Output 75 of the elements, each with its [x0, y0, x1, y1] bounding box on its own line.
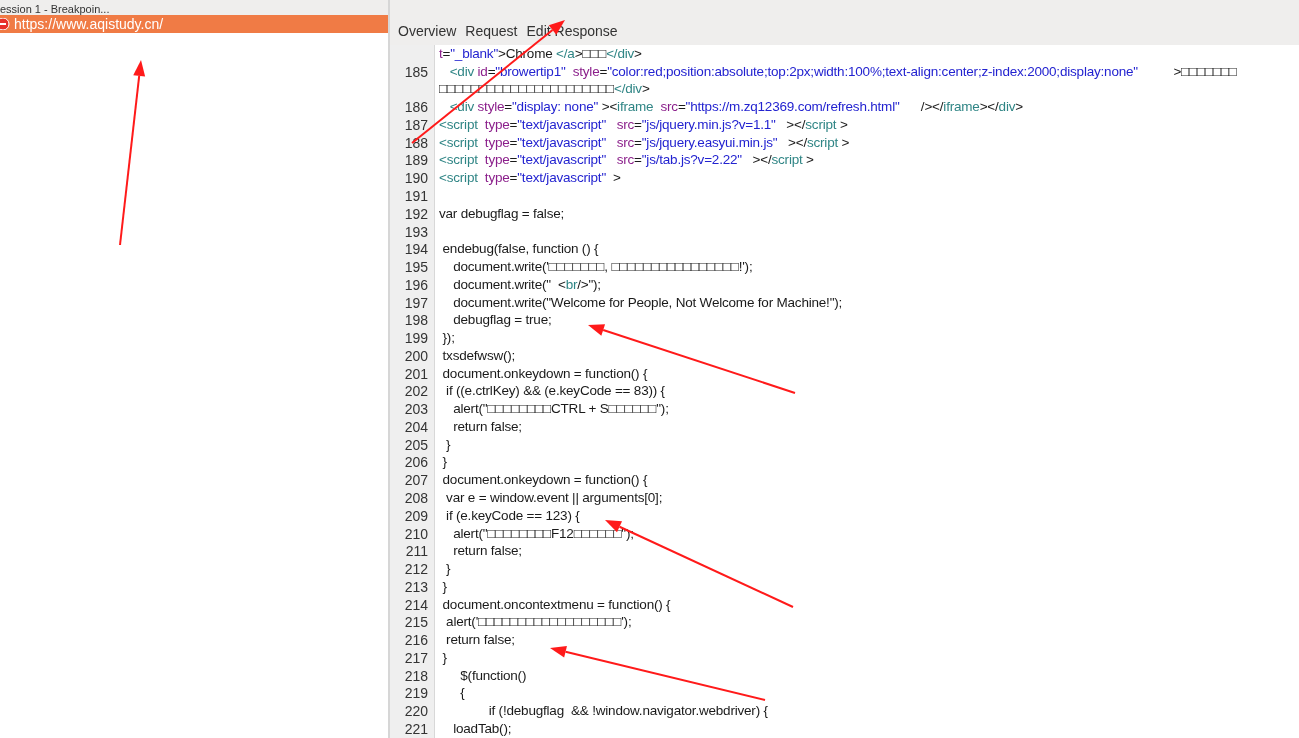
code-line: document.oncontextmenu = function() { [441, 596, 671, 613]
line-number: 205 [404, 436, 428, 453]
code-line: debugflag = true; [452, 312, 552, 329]
code-line: document.onkeydown = function() { [441, 472, 648, 489]
code-line: { [459, 685, 465, 702]
code-line: } [445, 436, 451, 453]
code-line: <script type="text/javascript" src="js/jquery.easyui.min.js" ></script > [439, 134, 850, 151]
line-number: 190 [404, 170, 428, 187]
line-number: 192 [404, 205, 428, 222]
line-number: 215 [404, 614, 428, 631]
code-line: loadTab(); [452, 720, 512, 737]
line-number: 214 [404, 596, 428, 613]
line-number: 188 [404, 134, 428, 151]
line-number: 203 [404, 401, 428, 418]
line-number: 200 [404, 347, 428, 364]
code-line: return false; [452, 418, 522, 435]
line-number: 206 [404, 454, 428, 471]
code-line: alert("□□□□□□□□F12□□□□□□"); [452, 525, 634, 542]
code-line: document.write("Welcome for People, Not Welcome for Machine!"); [452, 294, 843, 311]
code-line: if (e.keyCode == 123) { [445, 507, 580, 524]
code-line: } [441, 454, 447, 471]
code-line: document.write(" <br/>"); [452, 276, 601, 293]
code-line: } [441, 649, 447, 666]
line-number: 187 [404, 116, 428, 133]
line-number: 186 [404, 99, 428, 116]
session-url: https://www.aqistudy.cn/ [14, 16, 164, 32]
line-number: 213 [404, 578, 428, 595]
line-number: 193 [404, 223, 428, 240]
line-number: 208 [404, 490, 428, 506]
line-number: 211 [405, 543, 428, 560]
line-number: 221 [404, 720, 428, 737]
code-line: var debugflag = false; [439, 205, 565, 222]
code-line: <script type="text/javascript" src="js/tab.js?v=2.22" ></script > [439, 152, 814, 169]
line-number: 189 [404, 152, 428, 169]
line-number: 218 [404, 667, 428, 684]
code-line: return false; [445, 632, 515, 649]
line-number: 210 [404, 525, 428, 542]
tab[interactable]: Overview [398, 21, 457, 42]
line-number: 219 [404, 685, 428, 702]
code-line: return false; [452, 543, 522, 560]
stop-icon [0, 18, 10, 30]
line-number: 209 [404, 507, 428, 524]
code-line: }); [441, 330, 455, 347]
line-number: 202 [404, 383, 428, 400]
line-number: 198 [404, 312, 428, 329]
session-title: ession 1 - Breakpoin... [0, 3, 110, 15]
line-number: 191 [404, 188, 428, 204]
line-number: 197 [404, 294, 428, 311]
line-number: 204 [404, 418, 428, 435]
code-line: txsdefwsw(); [441, 347, 516, 364]
code-line: $(function() [459, 667, 527, 684]
line-number: 216 [404, 632, 428, 649]
code-line: <script type="text/javascript" > [439, 170, 621, 187]
line-number: 212 [404, 561, 428, 578]
code-line: <script type="text/javascript" src="js/jquery.min.js?v=1.1" ></script > [439, 116, 848, 133]
code-line: alert('□□□□□□□□□□□□□□□□□□'); [445, 614, 632, 631]
line-number: 185 [404, 63, 428, 80]
line-number: 194 [404, 241, 428, 258]
code-line: } [445, 561, 451, 578]
tab[interactable]: Request [465, 21, 518, 42]
code-line: if (!debugflag && !window.navigator.webdriver) { [487, 703, 768, 720]
line-number: 201 [404, 365, 428, 382]
line-number: 207 [404, 472, 428, 489]
code-line: var e = window.event || arguments[0]; [445, 490, 663, 506]
code-line: if ((e.ctrlKey) && (e.keyCode == 83)) { [445, 383, 665, 400]
code-line: alert("□□□□□□□□CTRL + S□□□□□□"); [452, 401, 669, 418]
code-line: document.write('□□□□□□□, □□□□□□□□□□□□□□□□!'); [452, 259, 753, 276]
line-number: 196 [404, 276, 428, 293]
line-number: 199 [404, 330, 428, 347]
line-number: 217 [404, 649, 428, 666]
code-line: document.onkeydown = function() { [441, 365, 648, 382]
line-number: 220 [404, 703, 428, 720]
code-line: } [441, 578, 447, 595]
code-line: endebug(false, function () { [441, 241, 599, 258]
line-number: 195 [404, 259, 428, 276]
